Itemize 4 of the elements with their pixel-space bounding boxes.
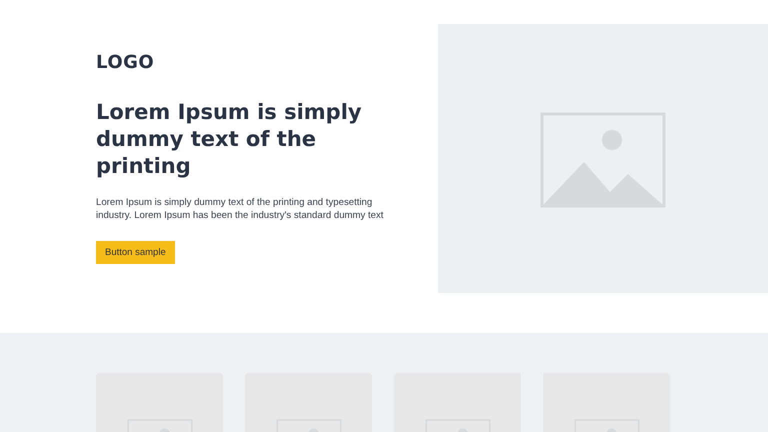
headline: Lorem Ipsum is simply dummy text of the printing	[96, 99, 363, 180]
sample-button[interactable]: Button sample	[96, 241, 175, 264]
logo: LOGO	[96, 52, 156, 73]
body-text: Lorem Ipsum is simply dummy text of the printing and typesetting industry. Lorem Ipsum has been the industry's standard dummy text	[96, 196, 384, 222]
